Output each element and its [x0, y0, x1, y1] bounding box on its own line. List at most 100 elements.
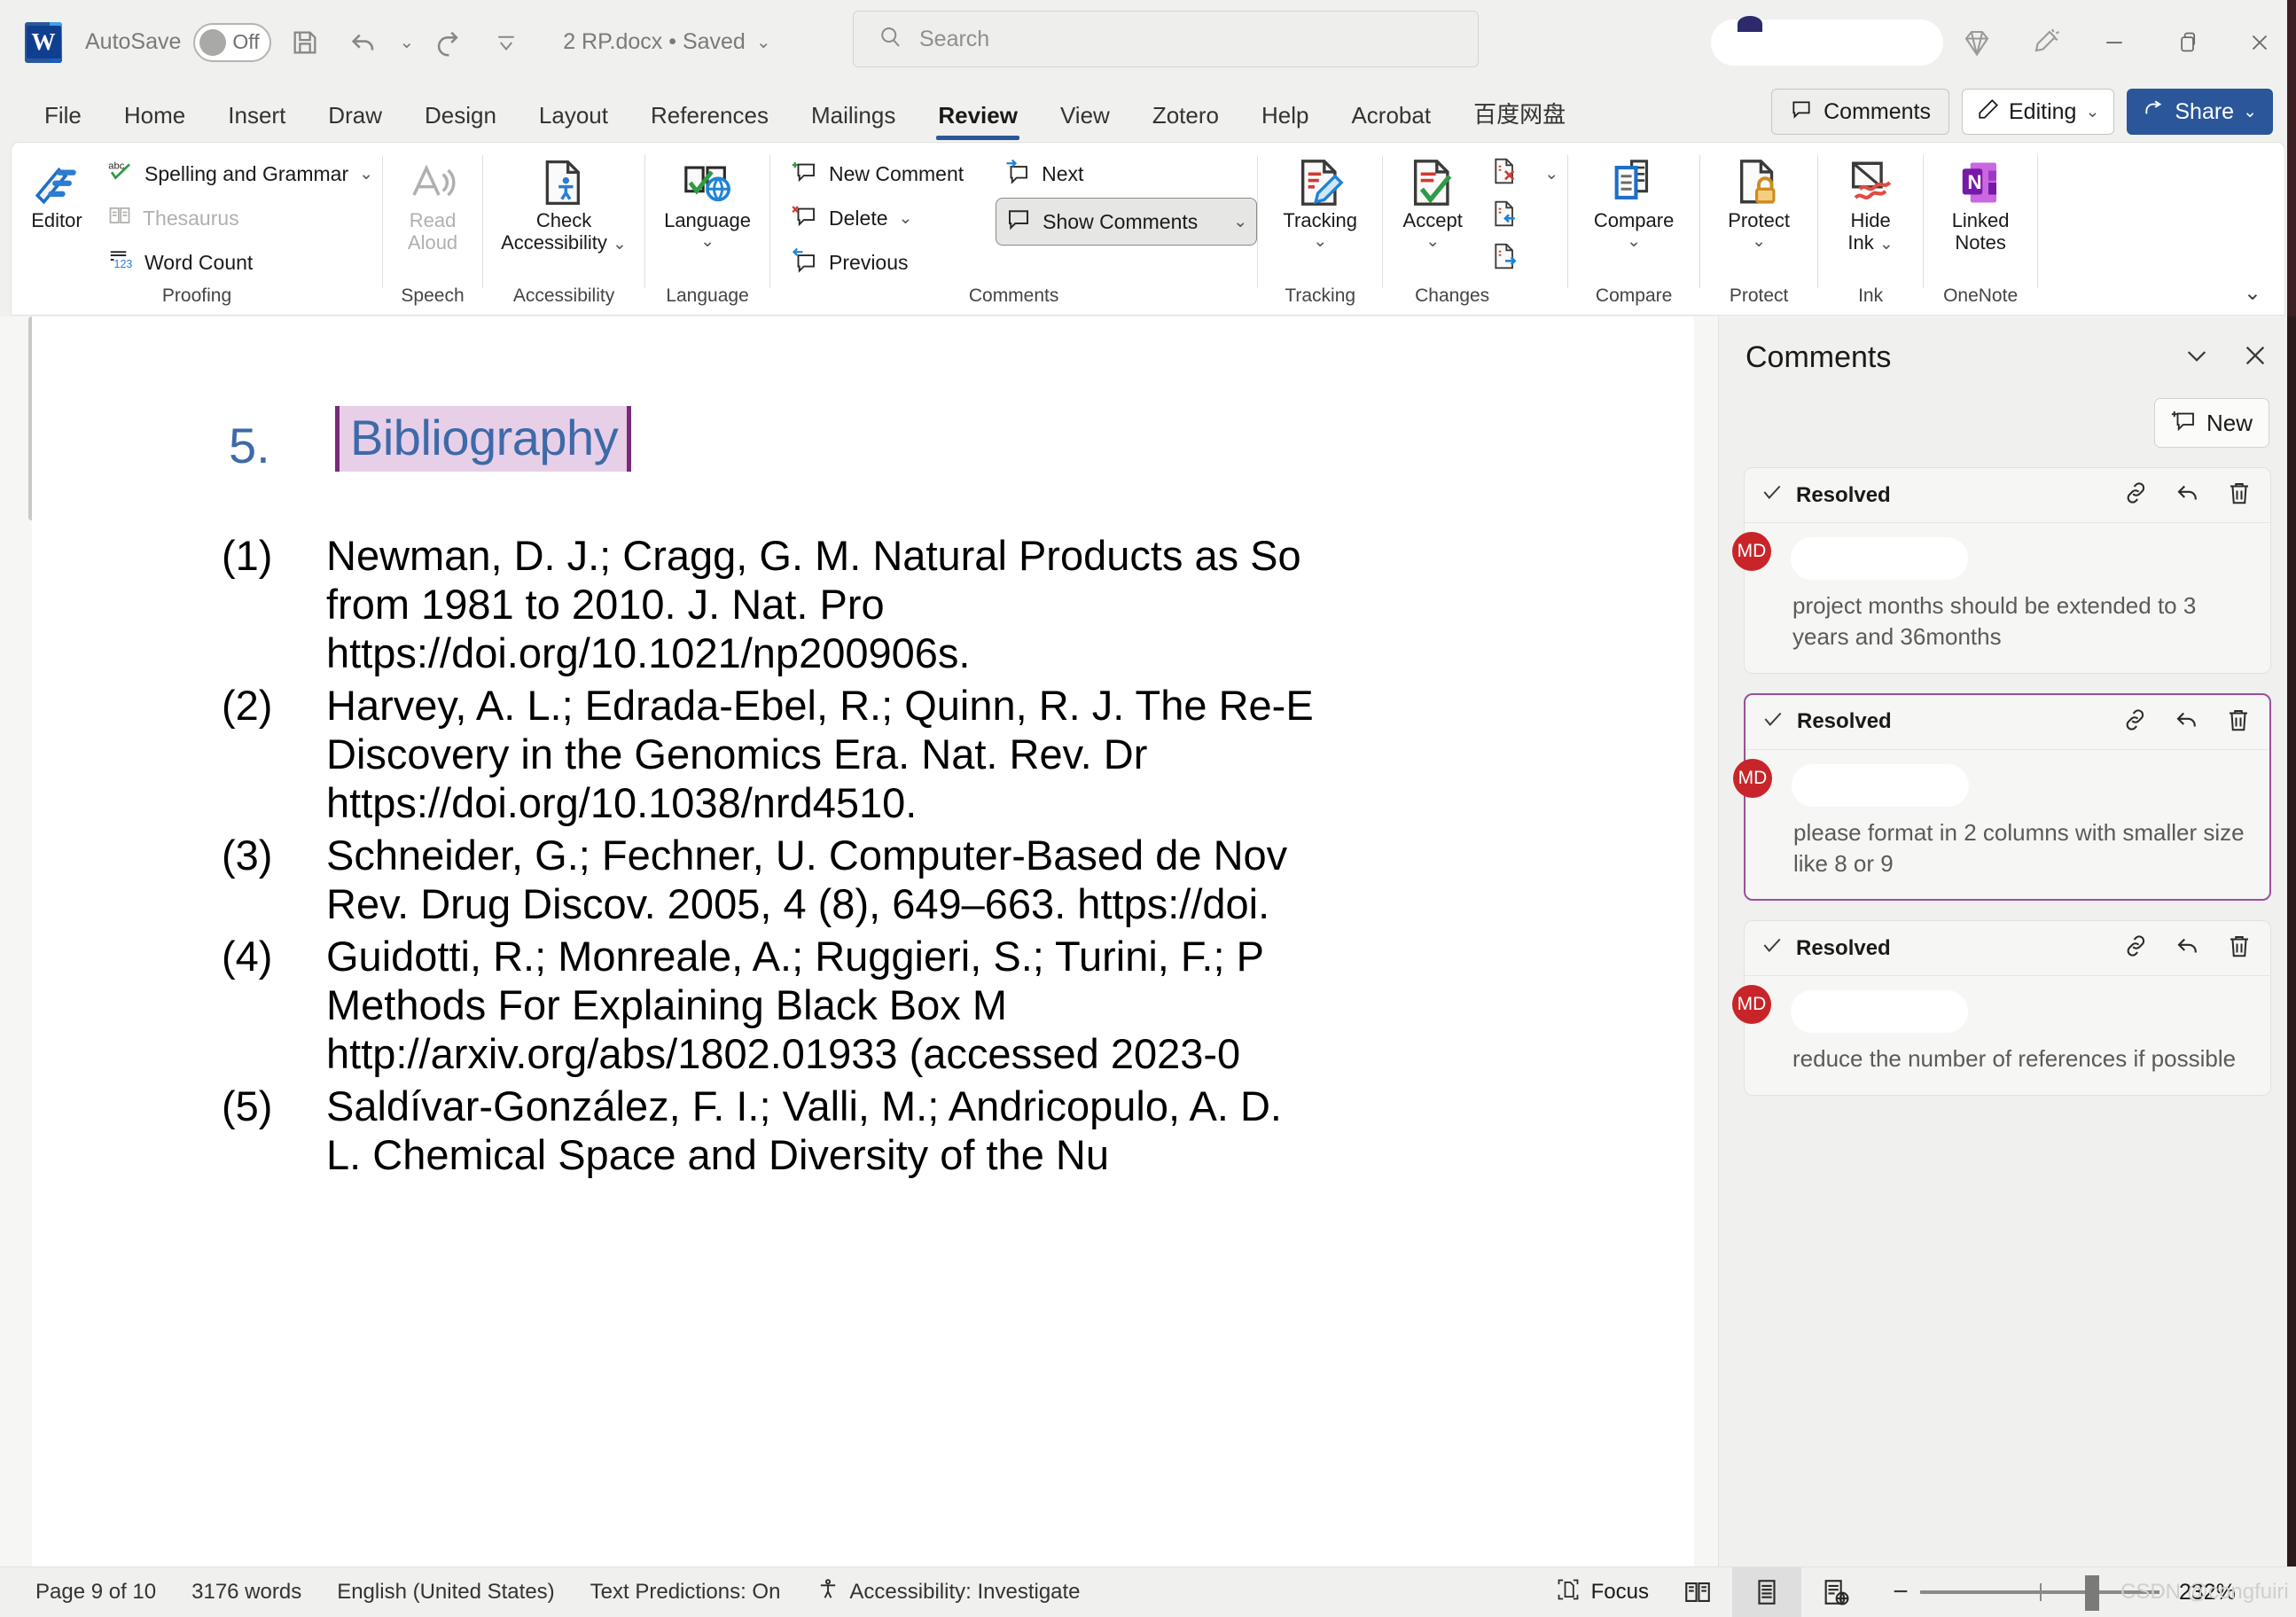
print-layout-icon[interactable] [1732, 1567, 1801, 1617]
zoom-control[interactable]: − 232% [1881, 1577, 2276, 1607]
tab-design[interactable]: Design [403, 102, 518, 142]
focus-mode-button[interactable]: Focus [1556, 1577, 1649, 1608]
page-indicator[interactable]: Page 9 of 10 [35, 1580, 156, 1605]
ribbon-collapse-chevron-down-icon[interactable]: ⌄ [2244, 280, 2261, 306]
list-item[interactable]: (4) Guidotti, R.; Monreale, A.; Ruggieri… [222, 933, 1729, 1079]
hide-ink-chevron-down-icon[interactable]: ⌄ [1879, 235, 1894, 254]
comments-button[interactable]: Comments [1771, 89, 1949, 135]
save-icon[interactable] [280, 18, 330, 67]
list-item[interactable]: (1) Newman, D. J.; Cragg, G. M. Natural … [222, 532, 1729, 678]
comment-card[interactable]: Resolved [1744, 920, 2271, 1095]
trash-icon[interactable] [2226, 480, 2253, 511]
customize-quick-access-icon[interactable] [481, 18, 531, 67]
pen-highlight-icon[interactable] [2011, 0, 2078, 84]
previous-comment-button[interactable]: Previous [783, 242, 972, 283]
document-title[interactable]: 2 RP.docx • Saved [563, 29, 746, 55]
tab-zotero[interactable]: Zotero [1131, 102, 1240, 142]
tab-baidu-netdisk[interactable]: 百度网盘 [1452, 97, 1587, 142]
reject-change-button[interactable]: ⌄ [1482, 153, 1567, 194]
accessibility-chevron-down-icon[interactable]: ⌄ [613, 235, 627, 254]
zoom-slider-thumb[interactable] [2085, 1575, 2099, 1611]
editor-button[interactable]: Editor [12, 150, 98, 238]
tab-layout[interactable]: Layout [518, 102, 629, 142]
trash-icon[interactable] [2225, 707, 2252, 738]
spelling-and-grammar-button[interactable]: abc Spelling and Grammar ⌄ [98, 153, 382, 194]
zoom-out-icon[interactable]: − [1881, 1577, 1920, 1607]
tab-insert[interactable]: Insert [207, 102, 307, 142]
undo-icon[interactable] [339, 18, 388, 67]
language-indicator[interactable]: English (United States) [337, 1580, 554, 1605]
show-comments-chevron-down-icon[interactable]: ⌄ [1233, 212, 1247, 232]
autosave-toggle[interactable]: Off [193, 23, 271, 62]
editing-mode-button[interactable]: Editing ⌄ [1962, 89, 2114, 135]
list-item[interactable]: (2) Harvey, A. L.; Edrada-Ebel, R.; Quin… [222, 682, 1729, 828]
language-chevron-down-icon[interactable]: ⌄ [700, 232, 715, 251]
tracking-chevron-down-icon[interactable]: ⌄ [1313, 232, 1327, 251]
minimize-icon[interactable] [2078, 0, 2151, 84]
protect-chevron-down-icon[interactable]: ⌄ [1752, 232, 1766, 251]
reopen-icon[interactable] [2174, 707, 2200, 738]
read-mode-icon[interactable] [1663, 1567, 1732, 1617]
delete-comment-button[interactable]: Delete ⌄ [783, 198, 972, 238]
undo-chevron-down-icon[interactable]: ⌄ [399, 31, 414, 53]
new-comment-button[interactable]: New Comment [783, 153, 972, 194]
compare-chevron-down-icon[interactable]: ⌄ [1627, 232, 1641, 251]
comment-card[interactable]: Resolved [1744, 693, 2271, 902]
list-item[interactable]: (5) Saldívar-González, F. I.; Valli, M.;… [222, 1082, 1729, 1180]
reject-chevron-down-icon[interactable]: ⌄ [1544, 164, 1558, 184]
check-accessibility-button[interactable]: Check Accessibility ⌄ [483, 150, 644, 259]
text-predictions-indicator[interactable]: Text Predictions: On [590, 1580, 781, 1605]
close-icon[interactable] [2223, 0, 2296, 84]
tab-mailings[interactable]: Mailings [790, 102, 917, 142]
new-comment-button[interactable]: New [2154, 398, 2269, 448]
comment-card[interactable]: Resolved [1744, 467, 2271, 674]
next-comment-button[interactable]: Next [996, 153, 1257, 194]
tab-view[interactable]: View [1039, 102, 1131, 142]
accept-chevron-down-icon[interactable]: ⌄ [1425, 232, 1440, 251]
previous-change-button[interactable] [1482, 196, 1567, 237]
word-count-indicator[interactable]: 3176 words [191, 1580, 301, 1605]
diamond-icon[interactable] [1943, 0, 2011, 84]
comments-pane-collapse-chevron-down-icon[interactable] [2183, 341, 2211, 374]
web-layout-icon[interactable] [1801, 1567, 1870, 1617]
accept-button[interactable]: Accept ⌄ [1383, 150, 1482, 256]
thesaurus-button[interactable]: Thesaurus [98, 198, 382, 238]
reopen-icon[interactable] [2175, 933, 2201, 964]
tab-references[interactable]: References [629, 102, 790, 142]
zoom-percent-label[interactable]: 232% [2179, 1580, 2276, 1605]
page-title[interactable]: Bibliography [335, 406, 631, 472]
link-icon[interactable] [2123, 480, 2150, 511]
list-item[interactable]: (3) Schneider, G.; Fechner, U. Computer-… [222, 832, 1729, 929]
tracking-button[interactable]: Tracking ⌄ [1258, 150, 1382, 256]
tab-review[interactable]: Review [917, 102, 1039, 142]
document-title-chevron-down-icon[interactable]: ⌄ [756, 31, 771, 53]
next-change-button[interactable] [1482, 238, 1567, 279]
tab-acrobat[interactable]: Acrobat [1330, 102, 1452, 142]
language-button[interactable]: Language ⌄ [645, 150, 769, 256]
zoom-slider-track[interactable] [1920, 1590, 2159, 1594]
restore-icon[interactable] [2151, 0, 2223, 84]
redo-icon[interactable] [423, 18, 472, 67]
accessibility-indicator[interactable]: Accessibility: Investigate [816, 1577, 1080, 1608]
tab-home[interactable]: Home [103, 102, 207, 142]
share-button[interactable]: Share ⌄ [2127, 89, 2273, 135]
editing-chevron-down-icon[interactable]: ⌄ [2085, 102, 2099, 122]
tab-draw[interactable]: Draw [307, 102, 403, 142]
compare-button[interactable]: Compare ⌄ [1568, 150, 1699, 256]
show-comments-button[interactable]: Show Comments ⌄ [996, 198, 1257, 246]
hide-ink-button[interactable]: Hide Ink ⌄ [1818, 150, 1923, 259]
tab-file[interactable]: File [23, 102, 103, 142]
linked-notes-button[interactable]: N Linked Notes [1924, 150, 2037, 259]
search-input[interactable]: Search [853, 11, 1479, 67]
comments-pane-close-icon[interactable] [2241, 341, 2269, 374]
share-chevron-down-icon[interactable]: ⌄ [2243, 102, 2257, 122]
link-icon[interactable] [2122, 707, 2149, 738]
link-icon[interactable] [2123, 933, 2150, 964]
tab-help[interactable]: Help [1240, 102, 1330, 142]
delete-chevron-down-icon[interactable]: ⌄ [899, 208, 913, 229]
trash-icon[interactable] [2226, 933, 2253, 964]
read-aloud-button[interactable]: Read Aloud [383, 150, 482, 259]
protect-button[interactable]: Protect ⌄ [1700, 150, 1817, 256]
spelling-chevron-down-icon[interactable]: ⌄ [359, 164, 373, 184]
word-count-button[interactable]: 123 Word Count [98, 242, 382, 283]
